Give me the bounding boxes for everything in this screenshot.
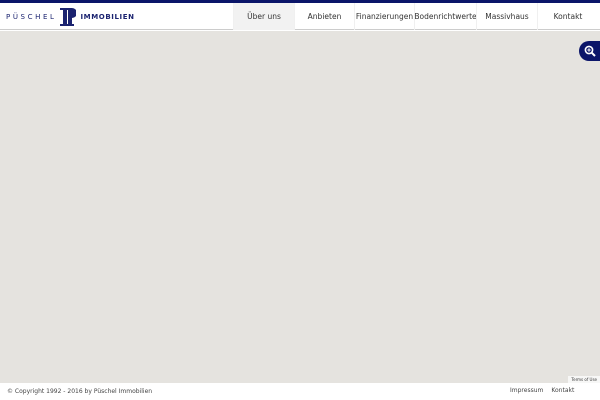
nav-bodenrichtwerte[interactable]: Bodenrichtwerte [414,3,477,30]
nav-massivhaus[interactable]: Massivhaus [476,3,537,30]
footer: © Copyright 1992 - 2016 by Püschel Immob… [0,383,600,400]
logo[interactable]: PÜSCHEL IMMOBILIEN [6,7,135,27]
header: PÜSCHEL IMMOBILIEN Über uns Anbieten Fin… [0,3,600,30]
logo-word-1: PÜSCHEL [6,13,57,21]
nav-anbieten[interactable]: Anbieten [294,3,354,30]
zoom-in-icon [584,45,596,57]
copyright: © Copyright 1992 - 2016 by Püschel Immob… [7,388,153,395]
footer-link-kontakt[interactable]: Kontakt [551,387,574,394]
nav-finanzierungen[interactable]: Finanzierungen [354,3,414,30]
terms-of-use-link[interactable]: Terms of Use [568,376,600,383]
nav-ueber-uns[interactable]: Über uns [233,3,294,30]
nav-kontakt[interactable]: Kontakt [537,3,598,30]
zoom-button[interactable] [579,41,600,61]
footer-link-impressum[interactable]: Impressum [510,387,543,394]
logo-word-2: IMMOBILIEN [80,13,135,21]
main-nav: Über uns Anbieten Finanzierungen Bodenri… [233,3,598,30]
map[interactable] [0,31,600,383]
logo-mark-icon [60,8,77,26]
